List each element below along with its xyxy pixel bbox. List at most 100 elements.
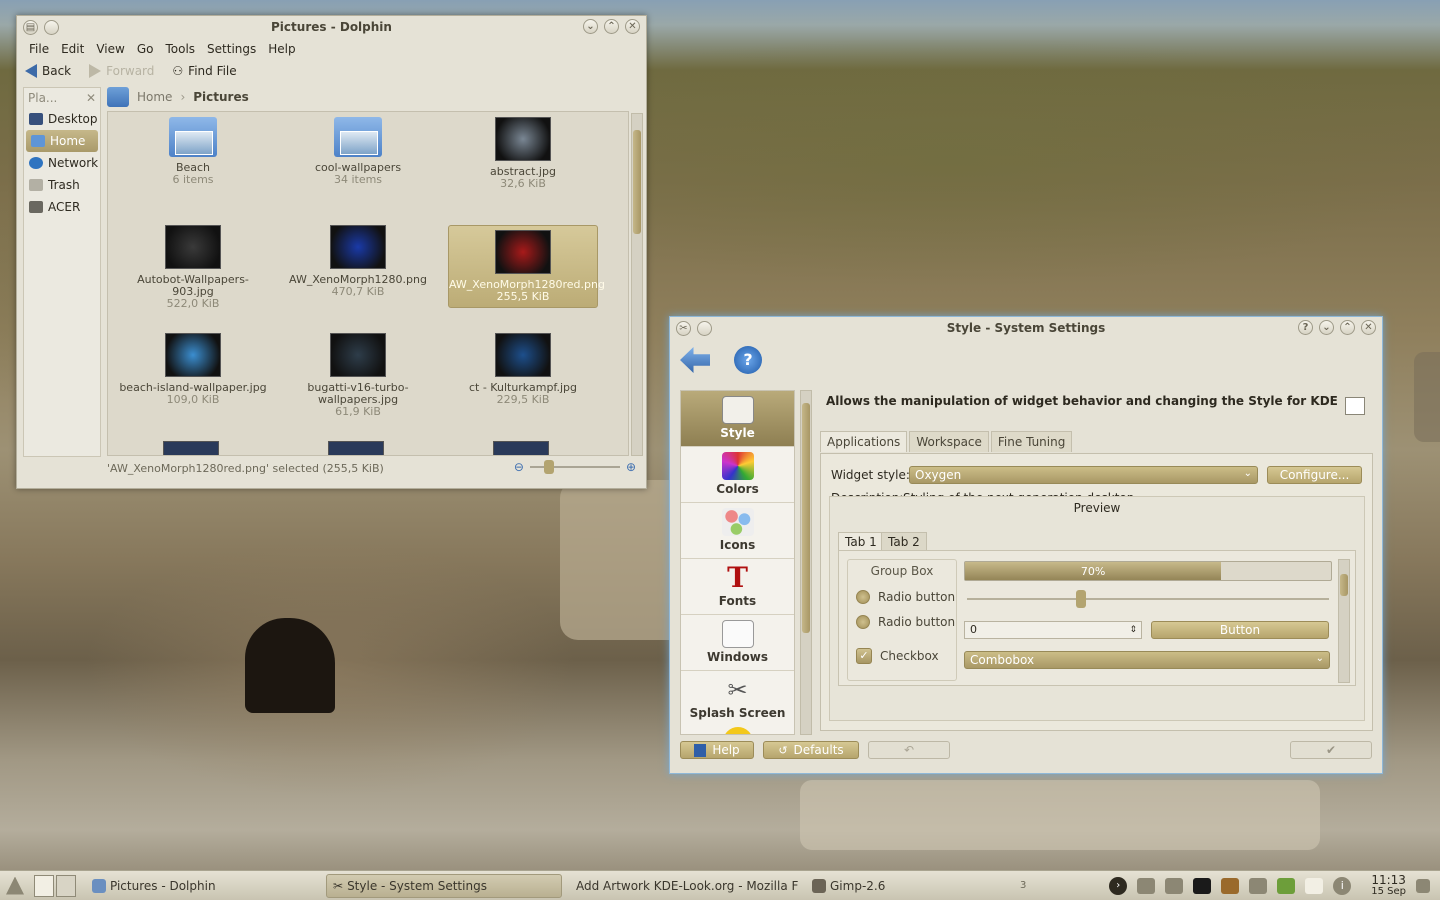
category-colors[interactable]: Colors xyxy=(681,447,794,502)
image-thumbnail[interactable] xyxy=(493,441,549,455)
tab-fine-tuning[interactable]: Fine Tuning xyxy=(990,431,1073,452)
close-icon[interactable]: ✕ xyxy=(625,19,640,34)
menu-view[interactable]: View xyxy=(90,42,130,56)
preview-combobox[interactable]: Combobox ⌄ xyxy=(964,651,1330,669)
preview-button[interactable]: Button xyxy=(1151,621,1329,639)
scrollbar-thumb[interactable] xyxy=(802,403,810,633)
task-gimp[interactable]: Gimp-2.6 xyxy=(806,874,1006,898)
file-scrollbar[interactable] xyxy=(631,113,643,456)
file-item[interactable]: bugatti-v16-turbo-wallpapers.jpg 61,9 KiB xyxy=(283,333,433,418)
tray-expand-icon[interactable]: › xyxy=(1109,876,1128,895)
file-item[interactable]: cool-wallpapers 34 items xyxy=(283,117,433,186)
preview-tab-2[interactable]: Tab 2 xyxy=(881,532,927,551)
settings-app-icon[interactable]: ✂ xyxy=(676,321,691,336)
slider-handle[interactable] xyxy=(1075,590,1086,608)
help-button[interactable]: Help xyxy=(680,741,754,759)
file-item[interactable]: ct - Kulturkampf.jpg 229,5 KiB xyxy=(448,333,598,406)
preview-tab-1[interactable]: Tab 1 xyxy=(838,532,884,551)
category-windows[interactable]: Windows xyxy=(681,615,794,670)
image-thumbnail[interactable] xyxy=(328,441,384,455)
reset-button[interactable]: ↶ xyxy=(868,741,950,759)
preview-scrollbar[interactable] xyxy=(1338,559,1350,683)
keyboard-layout-icon[interactable] xyxy=(1193,877,1212,894)
place-trash[interactable]: Trash xyxy=(24,174,100,196)
clipboard-icon[interactable] xyxy=(1165,877,1184,894)
menu-edit[interactable]: Edit xyxy=(55,42,90,56)
file-item[interactable]: AW_XenoMorph1280.png 470,7 KiB xyxy=(283,225,433,298)
settings-titlebar[interactable]: ✂ Style - System Settings ? ⌄ ⌃ ✕ xyxy=(670,317,1382,339)
radio-row-1[interactable]: Radio button xyxy=(856,590,955,604)
checkbox-row[interactable]: ✓ Checkbox xyxy=(856,648,939,664)
clock[interactable]: 11:13 15 Sep xyxy=(1371,874,1406,898)
battery-icon[interactable] xyxy=(1277,877,1296,894)
place-acer[interactable]: ACER xyxy=(24,196,100,218)
zoom-slider[interactable] xyxy=(529,460,620,474)
task-dolphin[interactable]: Pictures - Dolphin xyxy=(86,874,322,898)
breadcrumb-current[interactable]: Pictures xyxy=(193,90,249,104)
desktop-1-icon[interactable] xyxy=(34,874,54,897)
close-icon[interactable]: ✕ xyxy=(1361,320,1376,335)
preview-slider[interactable] xyxy=(967,590,1329,608)
breadcrumb-home[interactable]: Home xyxy=(137,90,172,104)
radio-button-2[interactable] xyxy=(856,615,870,629)
forward-button[interactable]: Forward xyxy=(89,64,154,78)
zoom-in-icon[interactable]: ⊕ xyxy=(626,460,636,474)
minimize-icon[interactable]: ⌄ xyxy=(1319,320,1334,335)
spin-box[interactable]: 0 ⇕ xyxy=(964,621,1142,639)
menu-file[interactable]: File xyxy=(23,42,55,56)
kickoff-launcher-icon[interactable] xyxy=(6,876,24,895)
info-icon[interactable]: i xyxy=(1333,876,1352,895)
task-system-settings[interactable]: ✂ Style - System Settings xyxy=(326,873,562,898)
place-network[interactable]: Network xyxy=(24,152,100,174)
category-splash-screen[interactable]: ✂ Splash Screen xyxy=(681,671,794,726)
panel-toolbox-icon[interactable] xyxy=(1416,878,1430,893)
place-desktop[interactable]: Desktop xyxy=(24,108,100,130)
package-icon[interactable] xyxy=(1221,877,1240,894)
radio-row-2[interactable]: Radio button xyxy=(856,615,955,629)
checkbox[interactable]: ✓ xyxy=(856,648,872,664)
defaults-button[interactable]: ↺ Defaults xyxy=(763,741,859,759)
menu-help[interactable]: Help xyxy=(262,42,301,56)
widget-style-combobox[interactable]: Oxygen ⌄ xyxy=(909,466,1258,484)
desktop-2-icon[interactable] xyxy=(56,874,76,897)
image-thumbnail[interactable] xyxy=(163,441,219,455)
sticky-icon[interactable] xyxy=(44,20,59,35)
find-file-button[interactable]: ⚇ Find File xyxy=(172,64,236,78)
volume-icon[interactable] xyxy=(1137,877,1156,894)
task-firefox[interactable]: Add Artwork KDE-Look.org - Mozilla F xyxy=(566,874,802,898)
pager[interactable] xyxy=(34,874,76,897)
home-button-icon[interactable] xyxy=(107,87,129,107)
file-item[interactable]: Autobot-Wallpapers-903.jpg 522,0 KiB xyxy=(118,225,268,310)
radio-button-1[interactable] xyxy=(856,590,870,604)
file-item[interactable]: abstract.jpg 32,6 KiB xyxy=(448,117,598,190)
file-item[interactable]: beach-island-wallpaper.jpg 109,0 KiB xyxy=(118,333,268,406)
notes-icon[interactable] xyxy=(1305,877,1324,894)
menu-tools[interactable]: Tools xyxy=(159,42,201,56)
window-menu-icon[interactable]: ▤ xyxy=(23,20,38,35)
dolphin-titlebar[interactable]: ▤ Pictures - Dolphin ⌄ ⌃ ✕ xyxy=(17,16,646,38)
desktop-toolbox-handle[interactable] xyxy=(1414,352,1440,442)
menu-settings[interactable]: Settings xyxy=(201,42,262,56)
tab-applications[interactable]: Applications xyxy=(820,431,908,452)
spin-arrows-icon[interactable]: ⇕ xyxy=(1129,622,1137,638)
configure-button[interactable]: Configure... xyxy=(1267,466,1362,484)
zoom-out-icon[interactable]: ⊖ xyxy=(514,460,524,474)
help-icon[interactable]: ? xyxy=(1298,320,1313,335)
tab-workspace[interactable]: Workspace xyxy=(909,431,989,452)
scrollbar-thumb[interactable] xyxy=(1340,574,1348,596)
file-item[interactable]: Beach 6 items xyxy=(118,117,268,186)
category-icons[interactable]: Icons xyxy=(681,503,794,558)
minimize-icon[interactable]: ⌄ xyxy=(583,19,598,34)
apply-button[interactable]: ✔ xyxy=(1290,741,1372,759)
category-scrollbar[interactable] xyxy=(800,390,812,735)
panel-close-icon[interactable]: ✕ xyxy=(86,91,96,105)
maximize-icon[interactable]: ⌃ xyxy=(604,19,619,34)
zoom-slider-handle[interactable] xyxy=(543,460,554,474)
category-fonts[interactable]: T Fonts xyxy=(681,559,794,614)
sticky-icon[interactable] xyxy=(697,321,712,336)
menu-go[interactable]: Go xyxy=(131,42,160,56)
file-item[interactable]: AW_XenoMorph1280red.png 255,5 KiB xyxy=(448,225,605,308)
scrollbar-thumb[interactable] xyxy=(633,130,641,234)
maximize-icon[interactable]: ⌃ xyxy=(1340,320,1355,335)
overview-back-icon[interactable] xyxy=(680,347,710,373)
